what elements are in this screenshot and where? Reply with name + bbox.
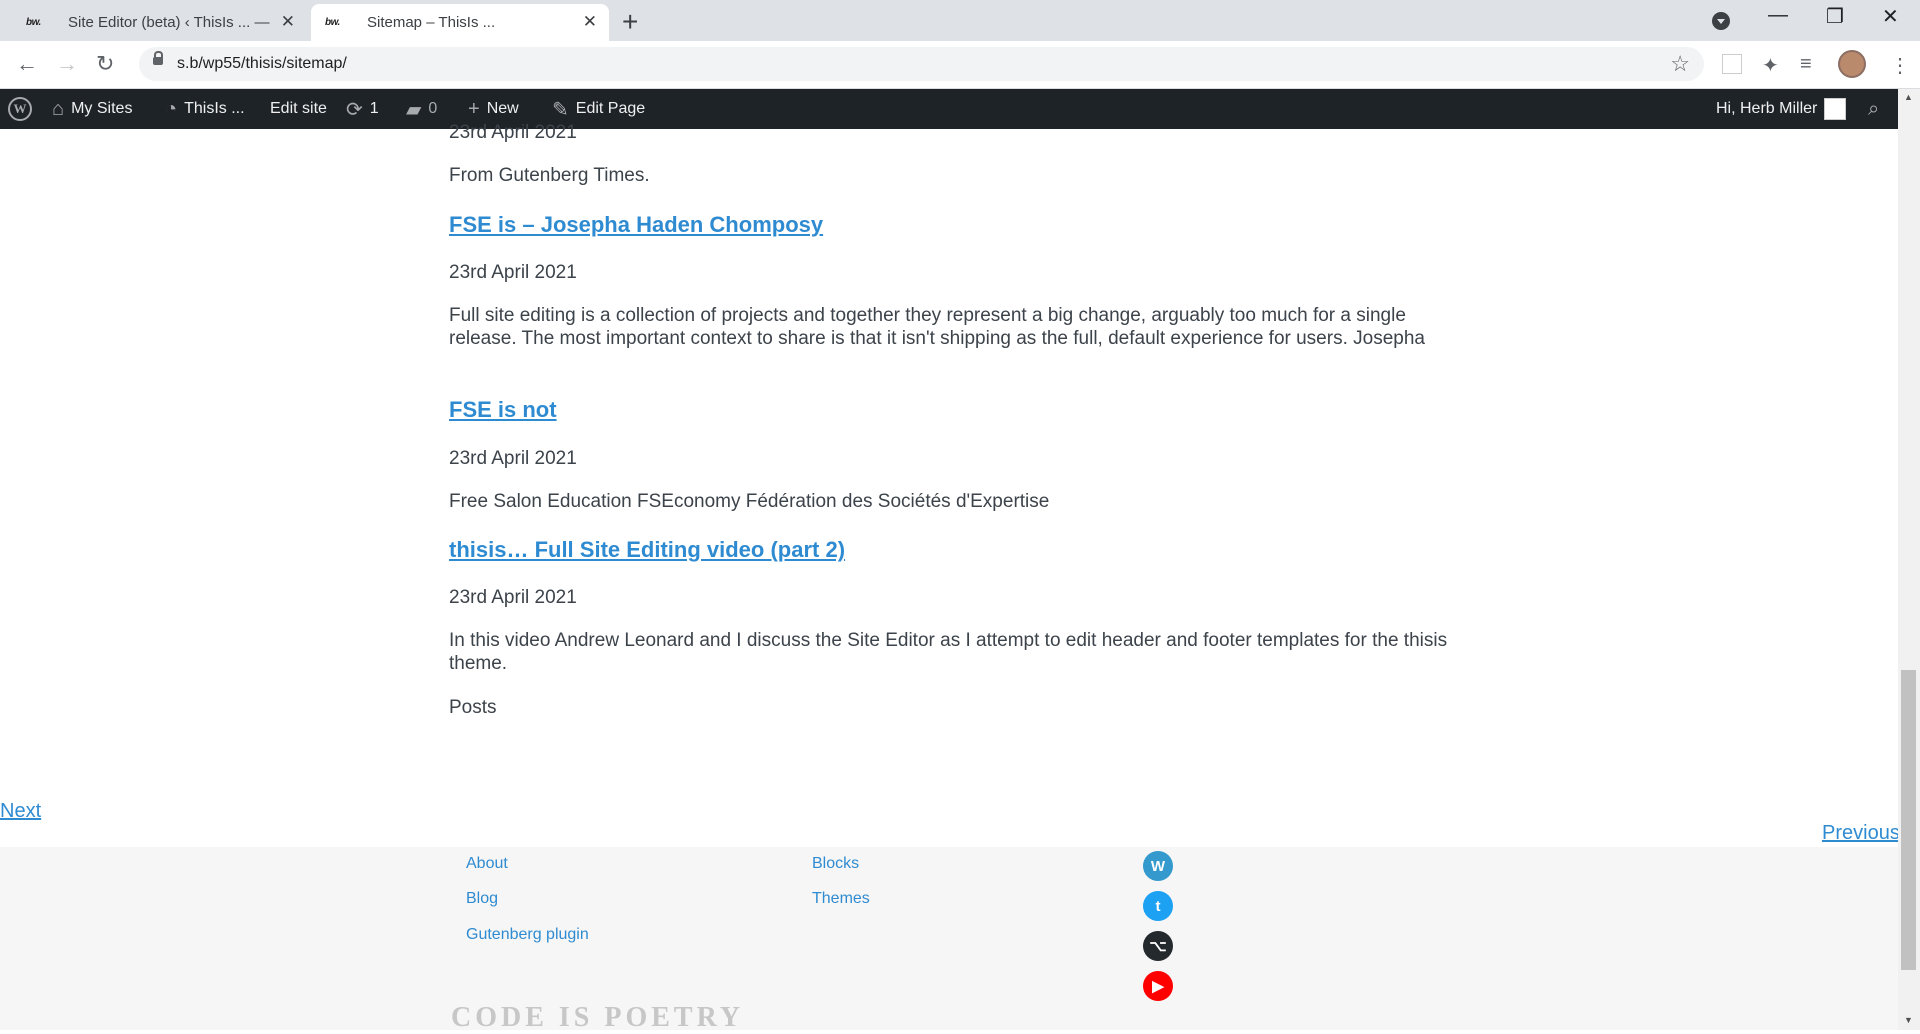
back-icon[interactable]: ← xyxy=(16,51,38,77)
reload-icon[interactable]: ↻ xyxy=(96,51,114,77)
comments-count: 0 xyxy=(428,100,438,117)
post-excerpt: Full site editing is a collection of pro… xyxy=(449,305,1425,349)
footer-link-blog[interactable]: Blog xyxy=(466,890,498,908)
post-title-link[interactable]: thisis… Full Site Editing video (part 2) xyxy=(449,537,845,563)
footer-link-themes[interactable]: Themes xyxy=(812,890,870,908)
account-menu[interactable]: Hi, Herb Miller xyxy=(1716,89,1847,129)
close-tab-icon[interactable]: ✕ xyxy=(281,12,295,32)
user-avatar xyxy=(1824,98,1847,120)
github-icon[interactable]: ⌥ xyxy=(1143,931,1173,961)
my-sites-menu[interactable]: ⌂ My Sites xyxy=(52,89,132,129)
my-sites-icon: ⌂ xyxy=(52,97,65,120)
updates-icon: ⟳ xyxy=(346,98,363,121)
post-date: 23rd April 2021 xyxy=(449,262,577,283)
site-name-label: ThisIs ... xyxy=(184,100,245,117)
browser-tab-strip: bw. Site Editor (beta) ‹ ThisIs ... — Wo… xyxy=(0,0,1920,41)
browser-tab-sitemap[interactable]: bw. Sitemap – ThisIs ... ✕ xyxy=(311,4,609,41)
previous-page-link[interactable]: Previous xyxy=(1822,822,1900,845)
profile-avatar[interactable] xyxy=(1838,50,1866,78)
wp-logo-menu[interactable]: W xyxy=(8,89,32,129)
restore-icon[interactable]: ❐ xyxy=(1826,4,1844,29)
forward-icon[interactable]: → xyxy=(56,51,78,77)
edit-site-link[interactable]: Edit site xyxy=(270,89,327,129)
tab-title: Site Editor (beta) ‹ ThisIs ... — Wo xyxy=(68,14,273,31)
address-bar[interactable]: s.b/wp55/thisis/sitemap/ ☆ xyxy=(139,47,1704,81)
close-tab-icon[interactable]: ✕ xyxy=(583,12,597,32)
scroll-down-icon[interactable]: ▼ xyxy=(1904,1015,1913,1025)
extensions-puzzle-icon[interactable]: ✦ xyxy=(1762,53,1779,78)
post-date: 23rd April 2021 xyxy=(449,587,577,608)
post-excerpt: From Gutenberg Times. xyxy=(449,165,650,186)
extension-icon[interactable] xyxy=(1722,54,1742,74)
new-label: New xyxy=(486,100,519,117)
comments-link[interactable]: ▰ 0 xyxy=(406,89,437,129)
post-title-link[interactable]: FSE is – Josepha Haden Chomposy xyxy=(449,212,823,238)
lock-icon xyxy=(153,51,163,65)
scrollbar-thumb[interactable] xyxy=(1901,670,1916,970)
updates-link[interactable]: ⟳ 1 xyxy=(346,89,379,129)
tab-title: Sitemap – ThisIs ... xyxy=(367,14,496,31)
post-excerpt: Free Salon Education FSEconomy Fédératio… xyxy=(449,491,1050,512)
edit-page-label: Edit Page xyxy=(575,100,646,117)
site-name-menu[interactable]: ◔ ThisIs ... xyxy=(165,89,245,129)
youtube-icon[interactable]: ▶ xyxy=(1143,971,1173,1001)
updates-count: 1 xyxy=(369,100,379,117)
footer-link-gutenberg-plugin[interactable]: Gutenberg plugin xyxy=(466,926,589,944)
tab-favicon: bw. xyxy=(26,17,41,28)
site-footer: About Blog Gutenberg plugin Blocks Theme… xyxy=(0,847,1898,1033)
wordpress-logo-icon: W xyxy=(8,97,32,121)
minimize-icon[interactable]: — xyxy=(1768,4,1788,27)
new-tab-icon[interactable]: + xyxy=(622,6,638,38)
post-title-link[interactable]: FSE is not xyxy=(449,397,557,423)
window-close-icon[interactable]: ✕ xyxy=(1882,4,1899,29)
edit-site-label: Edit site xyxy=(270,100,327,117)
plus-icon: + xyxy=(468,97,480,120)
dashboard-icon: ◔ xyxy=(165,97,178,120)
browser-tab-site-editor[interactable]: bw. Site Editor (beta) ‹ ThisIs ... — Wo… xyxy=(12,4,307,41)
comments-icon: ▰ xyxy=(406,98,422,121)
browser-menu-icon[interactable]: ⋮ xyxy=(1890,53,1910,78)
url-text: s.b/wp55/thisis/sitemap/ xyxy=(177,55,347,72)
search-icon: ⌕ xyxy=(1868,97,1880,120)
browser-toolbar: ← → ↻ s.b/wp55/thisis/sitemap/ ☆ ✦ ≡ ⋮ xyxy=(0,41,1920,89)
code-is-poetry-tagline: CODE IS POETRY xyxy=(451,1002,745,1033)
posts-label: Posts xyxy=(449,697,497,718)
reading-list-icon[interactable]: ≡ xyxy=(1800,53,1812,76)
bookmark-star-icon[interactable]: ☆ xyxy=(1670,51,1690,77)
footer-link-blocks[interactable]: Blocks xyxy=(812,855,859,873)
page-scrollbar[interactable]: ▲ ▼ xyxy=(1898,89,1920,1030)
admin-search[interactable]: ⌕ xyxy=(1868,89,1879,129)
tab-favicon: bw. xyxy=(325,17,340,28)
tab-search-icon[interactable] xyxy=(1712,12,1730,30)
my-sites-label: My Sites xyxy=(71,100,133,117)
post-date: 23rd April 2021 xyxy=(449,448,577,469)
post-date: 23rd April 2021 xyxy=(449,122,577,143)
footer-link-about[interactable]: About xyxy=(466,855,508,873)
twitter-icon[interactable]: t xyxy=(1143,891,1173,921)
pencil-icon: ✎ xyxy=(552,98,569,121)
next-page-link[interactable]: Next xyxy=(0,800,41,823)
scroll-up-icon[interactable]: ▲ xyxy=(1904,92,1913,102)
post-excerpt: In this video Andrew Leonard and I discu… xyxy=(449,630,1448,674)
greeting-label: Hi, Herb Miller xyxy=(1716,100,1818,117)
wordpress-icon[interactable]: W xyxy=(1143,851,1173,881)
